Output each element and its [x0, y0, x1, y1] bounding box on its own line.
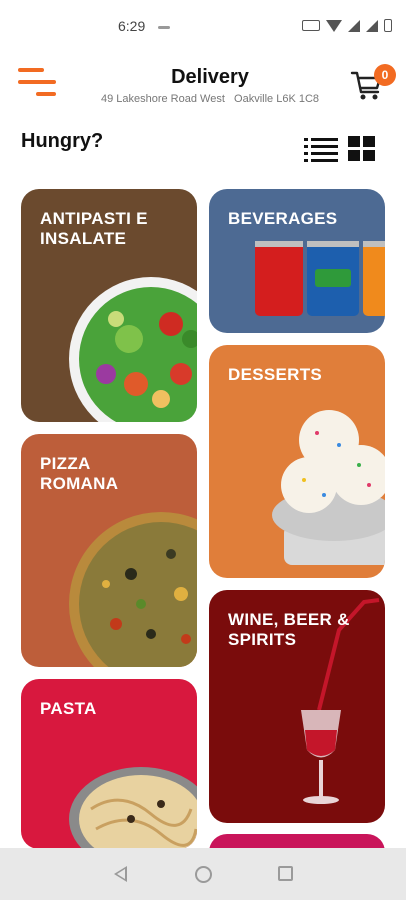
back-icon[interactable] — [114, 866, 127, 882]
category-label: DESSERTS — [228, 365, 323, 384]
cart-button[interactable]: 0 — [350, 62, 396, 104]
battery-icon — [384, 19, 392, 32]
status-bar: 6:29 — [0, 0, 406, 52]
category-label: PIZZA ROMANA — [40, 454, 119, 493]
recents-icon[interactable] — [278, 866, 293, 881]
hd-icon — [302, 20, 320, 31]
category-card-wine-beer-spirits[interactable]: WINE, BEER & SPIRITS — [209, 590, 385, 823]
category-card-desserts[interactable]: DESSERTS — [209, 345, 385, 578]
delivery-address[interactable]: 49 Lakeshore Road West Oakville L6K 1C8 — [0, 93, 406, 105]
system-nav-bar — [0, 848, 406, 900]
category-label: PASTA — [40, 699, 97, 718]
notification-dots-icon — [158, 26, 170, 29]
signal-icon-2 — [366, 19, 378, 32]
home-icon[interactable] — [195, 866, 212, 883]
category-card-pasta[interactable]: PASTA — [21, 679, 197, 849]
status-time: 6:29 — [118, 18, 146, 34]
category-card-beverages[interactable]: BEVERAGES — [209, 189, 385, 333]
category-label: BEVERAGES — [228, 209, 338, 228]
category-label: WINE, BEER & SPIRITS — [228, 610, 350, 649]
cart-count-badge: 0 — [374, 64, 396, 86]
signal-icon — [348, 19, 360, 32]
grid-view-icon[interactable] — [348, 136, 376, 162]
status-icons — [302, 19, 392, 32]
wifi-icon — [326, 19, 342, 32]
section-heading: Hungry? — [21, 130, 104, 152]
page-title: Delivery — [171, 66, 249, 88]
category-label: ANTIPASTI E INSALATE — [40, 209, 148, 248]
category-card-pizza[interactable]: PIZZA ROMANA — [21, 434, 197, 667]
list-view-icon[interactable] — [304, 136, 338, 162]
category-card-antipasti[interactable]: ANTIPASTI E INSALATE — [21, 189, 197, 422]
